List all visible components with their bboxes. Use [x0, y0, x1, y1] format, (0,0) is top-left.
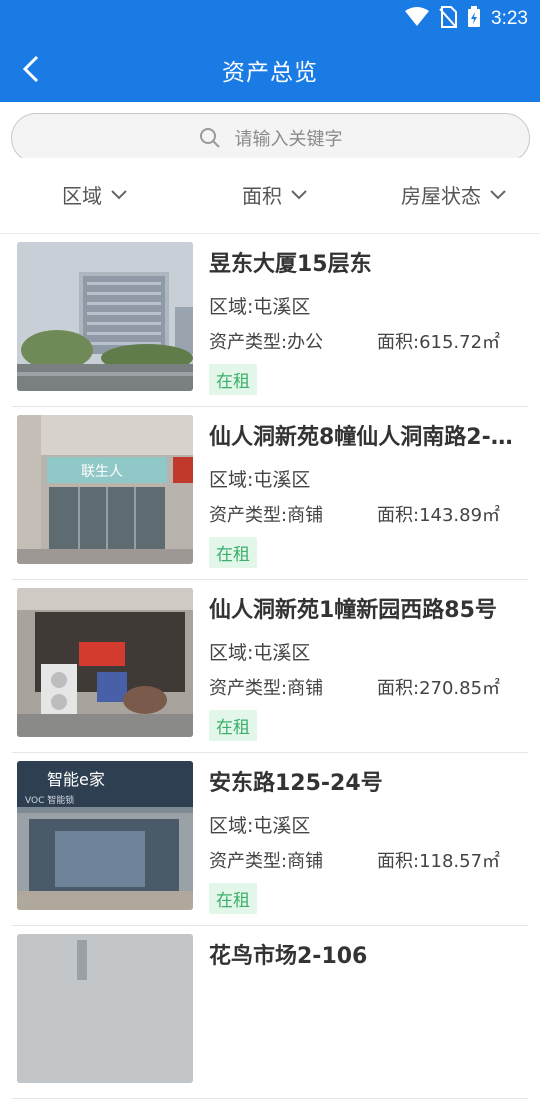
chevron-down-icon	[490, 189, 506, 199]
asset-info: 安东路125-24号 区域:屯溪区 资产类型:商铺 面积:118.57㎡ 在租	[209, 768, 539, 914]
filter-house-status[interactable]: 房屋状态	[401, 180, 507, 209]
asset-meta: 资产类型:商铺 面积:143.89㎡	[209, 503, 539, 529]
page-title: 资产总览	[222, 60, 318, 86]
shop-sign-subtext: VOC 智能锁	[25, 794, 74, 806]
asset-type: 资产类型:商铺	[209, 505, 324, 526]
asset-region: 区域:屯溪区	[209, 469, 311, 491]
asset-meta: 资产类型:商铺 面积:270.85㎡	[209, 676, 539, 702]
shop-sign-text: 智能e家	[47, 770, 105, 789]
asset-region: 区域:屯溪区	[209, 642, 311, 664]
asset-type: 资产类型:办公	[209, 332, 324, 353]
status-badge: 在租	[209, 710, 257, 741]
asset-meta: 资产类型:商铺 面积:118.57㎡	[209, 849, 539, 875]
list-item[interactable]: 智能e家 VOC 智能锁 安东路125-24号 区域:屯溪区 资产类型:商铺 面…	[12, 753, 528, 926]
app-bar: 资产总览	[0, 36, 540, 102]
asset-meta: 资产类型:办公 面积:615.72㎡	[209, 330, 539, 356]
list-item[interactable]: 仙人洞新苑1幢新园西路85号 区域:屯溪区 资产类型:商铺 面积:270.85㎡…	[12, 580, 528, 753]
no-sim-icon	[439, 6, 458, 32]
status-badge: 在租	[209, 883, 257, 914]
filter-region[interactable]: 区域	[62, 180, 128, 209]
asset-info: 仙人洞新苑1幢新园西路85号 区域:屯溪区 资产类型:商铺 面积:270.85㎡…	[209, 595, 539, 741]
search-input[interactable]: 请输入关键字	[11, 113, 530, 163]
search-bar: 请输入关键字	[0, 102, 540, 163]
asset-name: 安东路125-24号	[209, 771, 383, 796]
status-bar: 3:23	[0, 0, 540, 36]
asset-region: 区域:屯溪区	[209, 296, 311, 318]
chevron-down-icon	[111, 189, 127, 199]
asset-photo: 智能e家 VOC 智能锁	[17, 761, 193, 910]
asset-info: 仙人洞新苑8幢仙人洞南路2-… 区域:屯溪区 资产类型:商铺 面积:143.89…	[209, 422, 539, 568]
search-placeholder: 请输入关键字	[234, 129, 343, 150]
asset-area: 面积:270.85㎡	[377, 678, 501, 699]
asset-area: 面积:615.72㎡	[377, 332, 501, 353]
filter-label: 房屋状态	[401, 184, 481, 208]
asset-info: 昱东大厦15层东 区域:屯溪区 资产类型:办公 面积:615.72㎡ 在租	[209, 249, 539, 395]
asset-photo	[17, 588, 193, 737]
filter-area[interactable]: 面积	[242, 180, 308, 209]
list-item[interactable]: 联生人 仙人洞新苑8幢仙人洞南路2-… 区域:屯溪区 资产类型:商铺 面积:14…	[12, 407, 528, 580]
asset-type: 资产类型:商铺	[209, 851, 324, 872]
asset-name: 仙人洞新苑8幢仙人洞南路2-…	[209, 425, 513, 450]
list-item[interactable]: 昱东大厦15层东 区域:屯溪区 资产类型:办公 面积:615.72㎡ 在租	[12, 234, 528, 407]
asset-name: 花鸟市场2-106	[209, 944, 368, 969]
asset-photo: 联生人	[17, 415, 193, 564]
wifi-icon	[405, 7, 430, 31]
clock: 3:23	[491, 8, 528, 29]
shop-sign-text: 联生人	[81, 464, 123, 480]
status-badge: 在租	[209, 364, 257, 395]
asset-name: 仙人洞新苑1幢新园西路85号	[209, 598, 497, 623]
filter-bar: 区域 面积 房屋状态	[0, 158, 540, 234]
asset-name: 昱东大厦15层东	[209, 252, 372, 277]
asset-area: 面积:118.57㎡	[377, 851, 501, 872]
filter-label: 面积	[242, 184, 282, 208]
search-icon	[199, 128, 220, 148]
asset-region: 区域:屯溪区	[209, 815, 311, 837]
asset-area: 面积:143.89㎡	[377, 505, 501, 526]
asset-list: 昱东大厦15层东 区域:屯溪区 资产类型:办公 面积:615.72㎡ 在租 联生…	[0, 234, 540, 1099]
filter-label: 区域	[62, 184, 102, 208]
list-item[interactable]: 花鸟市场2-106	[12, 926, 528, 1099]
status-icons: 3:23	[405, 6, 528, 32]
asset-photo	[17, 242, 193, 391]
status-badge: 在租	[209, 537, 257, 568]
asset-info: 花鸟市场2-106	[209, 941, 539, 973]
asset-type: 资产类型:商铺	[209, 678, 324, 699]
chevron-down-icon	[291, 189, 307, 199]
asset-photo	[17, 934, 193, 1083]
battery-charging-icon	[467, 6, 481, 32]
